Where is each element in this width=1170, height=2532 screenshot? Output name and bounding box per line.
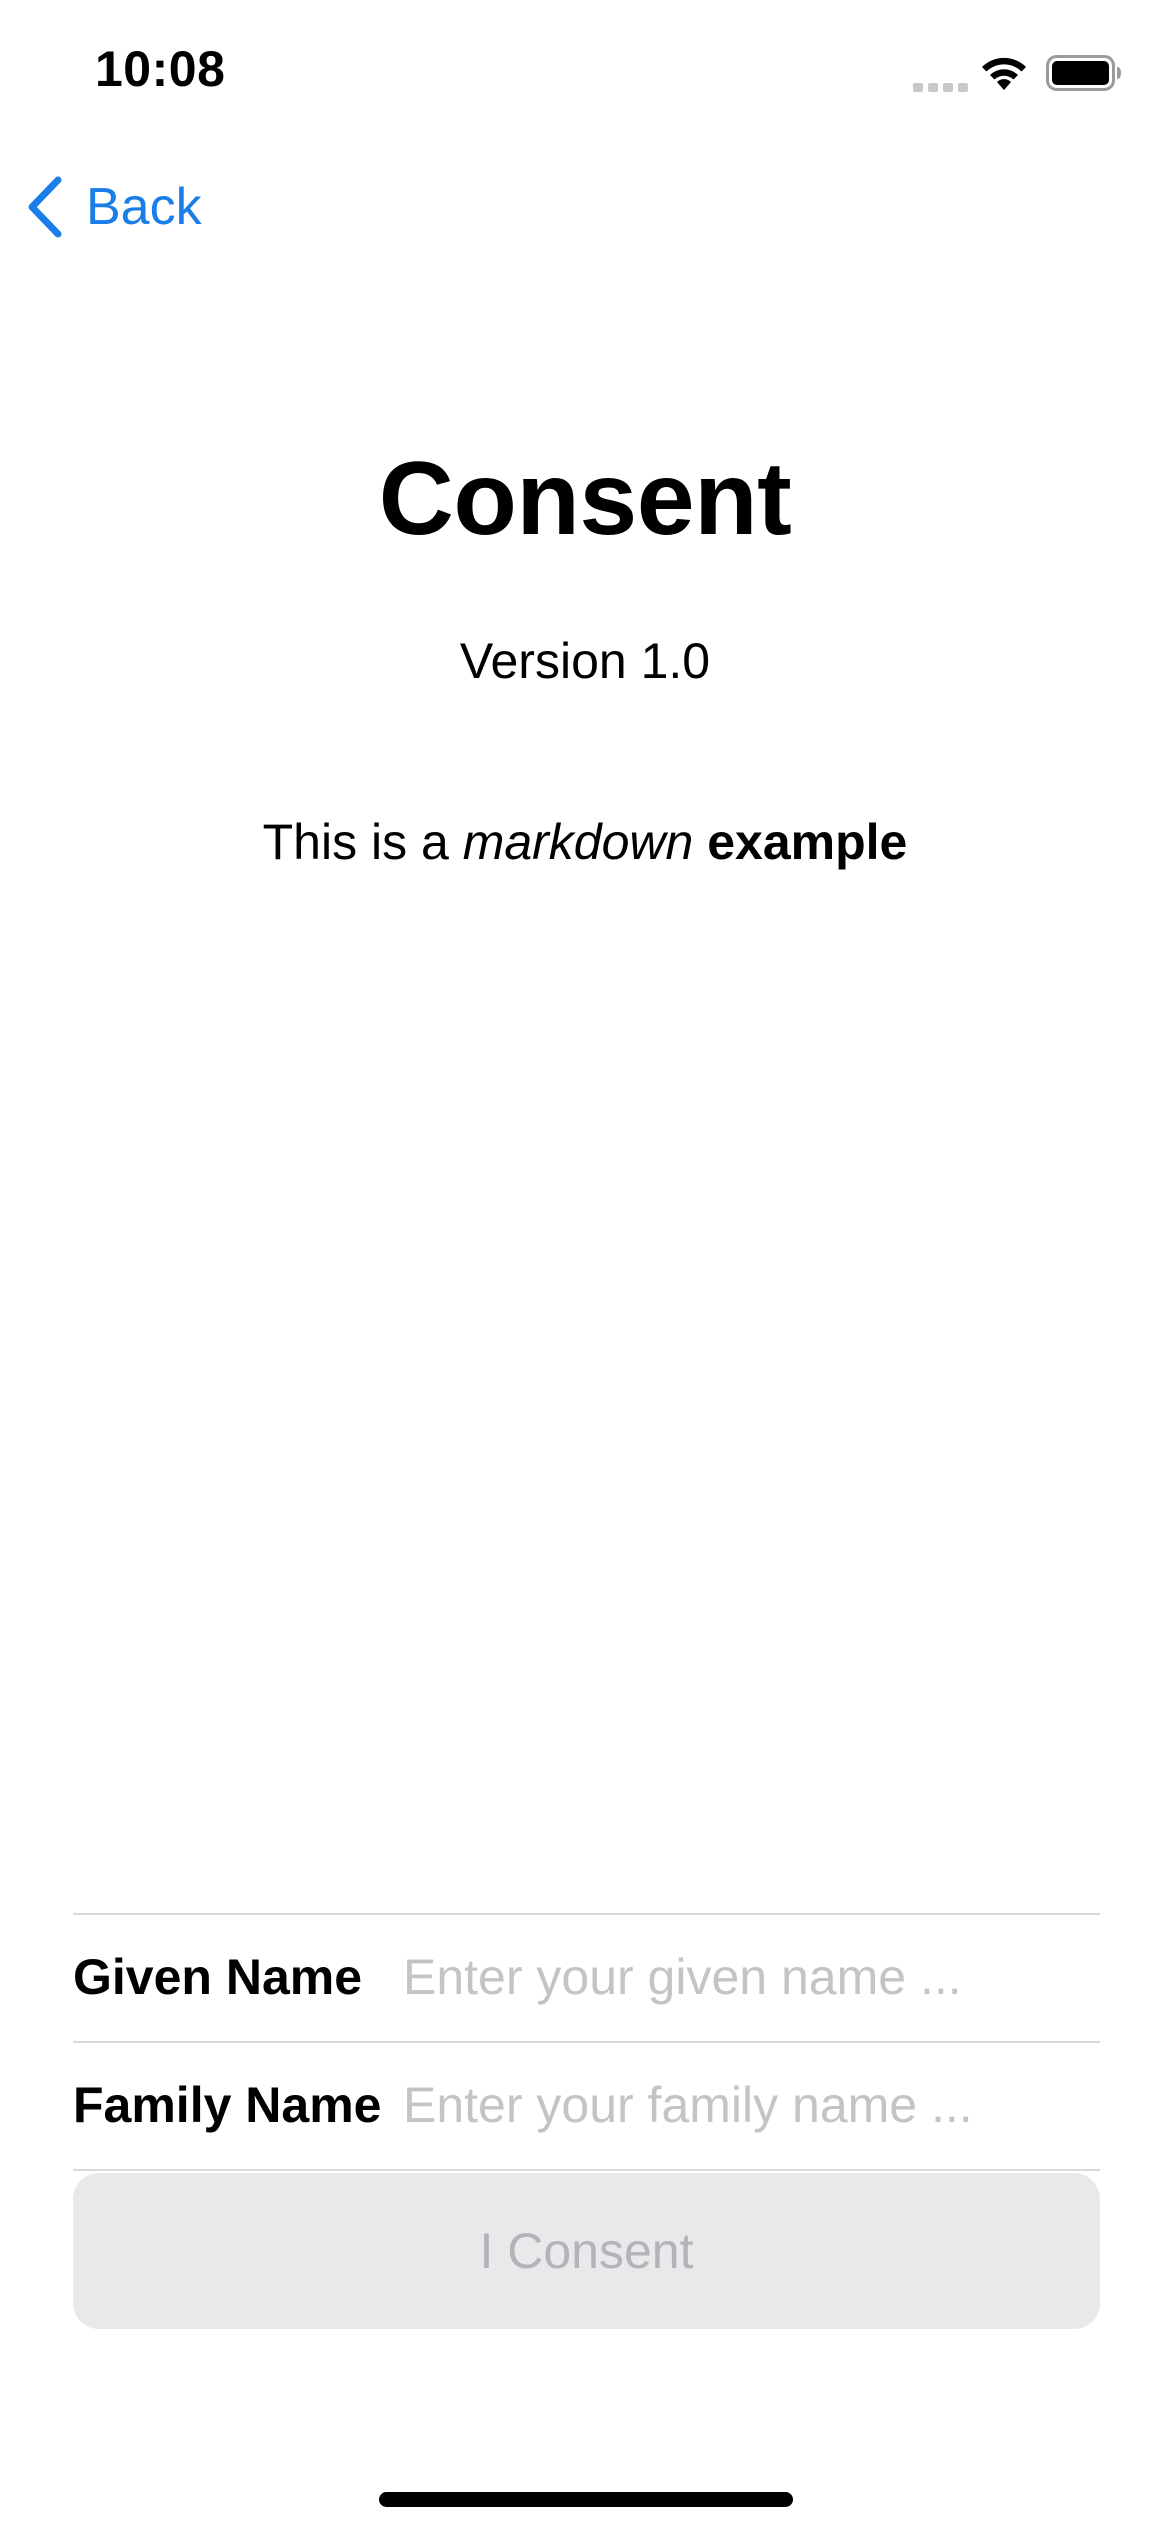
status-time: 10:08 [95, 41, 226, 97]
body-bold-text: example [707, 814, 908, 870]
body-italic-text: markdown [462, 814, 694, 870]
status-bar: 10:08 [0, 0, 1170, 150]
family-name-input[interactable] [403, 2070, 1093, 2140]
back-button[interactable]: Back [24, 172, 202, 242]
signal-icon [913, 83, 968, 92]
family-name-label: Family Name [73, 2077, 382, 2133]
battery-icon [1046, 55, 1121, 91]
given-name-input[interactable] [403, 1942, 1093, 2012]
family-name-row: Family Name [73, 2042, 1100, 2168]
body-plain-text: This is a [262, 814, 463, 870]
consent-button[interactable]: I Consent [73, 2173, 1100, 2329]
consent-body-text: This is a markdown example [0, 813, 1170, 871]
home-indicator [379, 2492, 793, 2507]
page-title: Consent [378, 441, 792, 557]
version-text: Version 1.0 [459, 633, 711, 689]
body-space [693, 814, 707, 870]
chevron-left-icon [28, 176, 62, 238]
divider-bottom [73, 2169, 1100, 2171]
given-name-label: Given Name [73, 1949, 363, 2005]
back-label: Back [86, 178, 202, 236]
given-name-row: Given Name [73, 1914, 1100, 2040]
wifi-icon [982, 57, 1026, 90]
